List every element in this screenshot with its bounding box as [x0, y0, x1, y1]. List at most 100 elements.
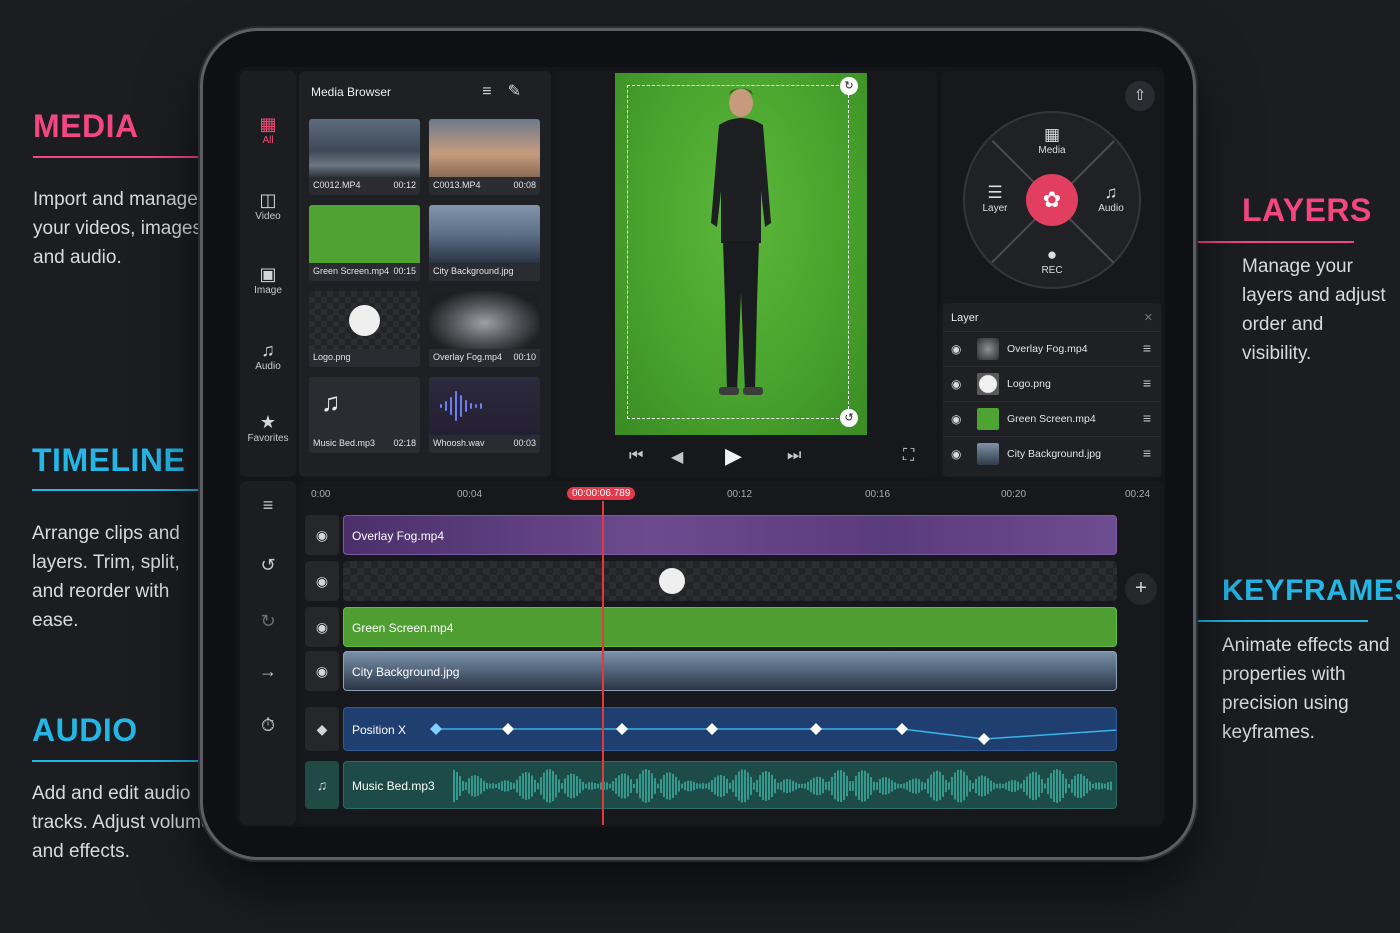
drag-handle-icon[interactable]: ≡ [1143, 375, 1151, 391]
playhead[interactable] [602, 501, 604, 825]
tablet-frame: ▦ All ◫ Video ▣ Image ♫ Audio ★ Favorite… [200, 28, 1196, 860]
wheel-audio-button[interactable]: ♫ Audio [1081, 183, 1141, 214]
add-track-button[interactable]: + [1125, 573, 1157, 605]
undo-icon[interactable]: ↺ [240, 555, 296, 576]
wheel-media-button[interactable]: ▦ Media [1022, 125, 1082, 156]
rail-item-all[interactable]: ▦ All [240, 113, 296, 146]
track-visibility-toggle[interactable]: ◉ [305, 515, 339, 555]
media-item[interactable]: Overlay Fog.mp4 00:10 [429, 291, 540, 367]
media-item[interactable]: Whoosh.wav 00:03 [429, 377, 540, 453]
layer-row[interactable]: ◉ City Background.jpg ≡ [943, 436, 1161, 471]
rotate-handle-icon[interactable]: ↻ [840, 77, 858, 95]
layer-row[interactable]: ◉ Logo.png ≡ [943, 366, 1161, 401]
wheel-item-label: Media [1038, 145, 1066, 156]
wheel-layer-button[interactable]: ☰ Layer [965, 183, 1025, 214]
media-item[interactable]: C0012.MP4 00:12 [309, 119, 420, 195]
add-to-list-icon[interactable]: ≡ [482, 83, 507, 100]
layer-row[interactable]: ◉ Overlay Fog.mp4 ≡ [943, 331, 1161, 366]
media-item[interactable]: ♫ Music Bed.mp3 02:18 [309, 377, 420, 453]
timeline-tool-rail: ≡ ↺ ↻ → ⏱ [240, 481, 296, 825]
scale-handle-icon[interactable]: ↺ [840, 409, 858, 427]
keyframes-callout-title: KEYFRAMES [1222, 574, 1400, 607]
preview-canvas[interactable]: ↻ ↺ [615, 73, 867, 435]
timeline-clip[interactable]: Overlay Fog.mp4 [343, 515, 1117, 555]
skip-to-start-icon[interactable]: ⏮ [629, 447, 643, 465]
media-item-name: Music Bed.mp3 [313, 438, 376, 448]
layer-row[interactable]: ◉ Green Screen.mp4 ≡ [943, 401, 1161, 436]
track-visibility-toggle[interactable]: ◉ [305, 561, 339, 601]
keyframe-diamond-icon[interactable]: ◆ [305, 707, 339, 751]
next-frame-icon[interactable]: ⏭ [787, 447, 801, 465]
clip-label: Music Bed.mp3 [352, 779, 435, 793]
layer-thumbnail [977, 373, 999, 395]
eye-icon[interactable]: ◉ [951, 342, 961, 356]
layer-thumbnail [977, 443, 999, 465]
close-icon[interactable]: ✕ [1144, 311, 1153, 324]
media-thumbnail [429, 377, 540, 435]
radial-tool-wheel: ▦ Media ☰ Layer ♫ Audio ● REC ✿ [963, 111, 1141, 289]
arrow-right-icon[interactable]: → [240, 661, 296, 682]
layers-callout: LAYERS Manage your layers and adjust ord… [1242, 192, 1392, 368]
media-item[interactable]: Logo.png [309, 291, 420, 367]
time-tick: 0:00 [311, 489, 331, 500]
microphone-icon: ● [1046, 245, 1058, 264]
media-browser: Media Browser ≡✎ C0012.MP4 00:12 C0013.MP… [299, 71, 551, 477]
transport-controls: ⏮ ◀ ▶ ⏭ ⛶ [555, 443, 937, 473]
rail-item-image[interactable]: ▣ Image [240, 263, 296, 296]
rail-item-label: Video [255, 211, 281, 222]
track-visibility-toggle[interactable]: ◉ [305, 607, 339, 647]
drag-handle-icon[interactable]: ≡ [1143, 410, 1151, 426]
time-tick: 00:12 [727, 489, 753, 500]
aperture-icon[interactable]: ✿ [1026, 174, 1078, 226]
selection-box[interactable] [627, 85, 849, 419]
clip-label: Position X [352, 723, 407, 737]
keyframe-track[interactable]: Position X [343, 707, 1117, 751]
rail-item-audio[interactable]: ♫ Audio [240, 339, 296, 372]
adjust-icon[interactable]: ≡ [240, 495, 296, 516]
audio-callout-body: Add and edit audio tracks. Adjust volume… [32, 783, 212, 862]
share-icon[interactable]: ⇧ [1125, 81, 1155, 111]
timeline-clip[interactable] [343, 561, 1117, 601]
eye-icon[interactable]: ◉ [951, 377, 961, 391]
music-note-icon: ♫ [1104, 183, 1118, 202]
media-item[interactable]: City Background.jpg [429, 205, 540, 281]
playhead-time[interactable]: 00:00:06.789 [567, 487, 636, 500]
rail-item-video[interactable]: ◫ Video [240, 189, 296, 222]
media-thumbnail [429, 291, 540, 349]
drag-handle-icon[interactable]: ≡ [1143, 340, 1151, 356]
layer-name: Overlay Fog.mp4 [1007, 343, 1088, 355]
keyframe-curve [430, 723, 1116, 745]
timeline-callout-title: TIMELINE [32, 442, 186, 478]
previous-frame-icon[interactable]: ◀ [671, 447, 683, 467]
redo-icon[interactable]: ↻ [240, 611, 296, 632]
track-visibility-toggle[interactable]: ◉ [305, 651, 339, 691]
play-icon[interactable]: ▶ [725, 443, 742, 469]
media-item[interactable]: C0013.MP4 00:08 [429, 119, 540, 195]
music-note-icon[interactable]: ♫ [305, 761, 339, 809]
timeline-clip[interactable]: City Background.jpg [343, 651, 1117, 691]
edit-icon[interactable]: ✎ [508, 83, 537, 100]
clip-label: City Background.jpg [352, 665, 460, 679]
clip-label: Green Screen.mp4 [352, 621, 454, 635]
rail-item-favorites[interactable]: ★ Favorites [240, 411, 296, 444]
all-media-icon: ▦ [259, 114, 277, 134]
time-tick: 00:04 [457, 489, 483, 500]
audio-clip[interactable]: Music Bed.mp3 [343, 761, 1117, 809]
timeline-clip[interactable]: Green Screen.mp4 [343, 607, 1117, 647]
wheel-rec-button[interactable]: ● REC [1022, 245, 1082, 276]
clip-label: Overlay Fog.mp4 [352, 529, 445, 543]
layer-name: City Background.jpg [1007, 448, 1101, 460]
media-item-duration: 00:10 [513, 352, 536, 362]
media-callout-title: MEDIA [33, 108, 139, 144]
time-tick: 00:16 [865, 489, 891, 500]
drag-handle-icon[interactable]: ≡ [1143, 445, 1151, 461]
time-tick: 00:24 [1125, 489, 1151, 500]
media-item-duration: 00:03 [513, 438, 536, 448]
eye-icon[interactable]: ◉ [951, 447, 961, 461]
media-item[interactable]: Green Screen.mp4 00:15 [309, 205, 420, 281]
layer-thumbnail [977, 338, 999, 360]
stopwatch-icon[interactable]: ⏱ [240, 715, 296, 736]
fullscreen-icon[interactable]: ⛶ [903, 447, 914, 465]
eye-icon[interactable]: ◉ [951, 412, 961, 426]
editor-screen: ▦ All ◫ Video ▣ Image ♫ Audio ★ Favorite… [237, 67, 1165, 827]
